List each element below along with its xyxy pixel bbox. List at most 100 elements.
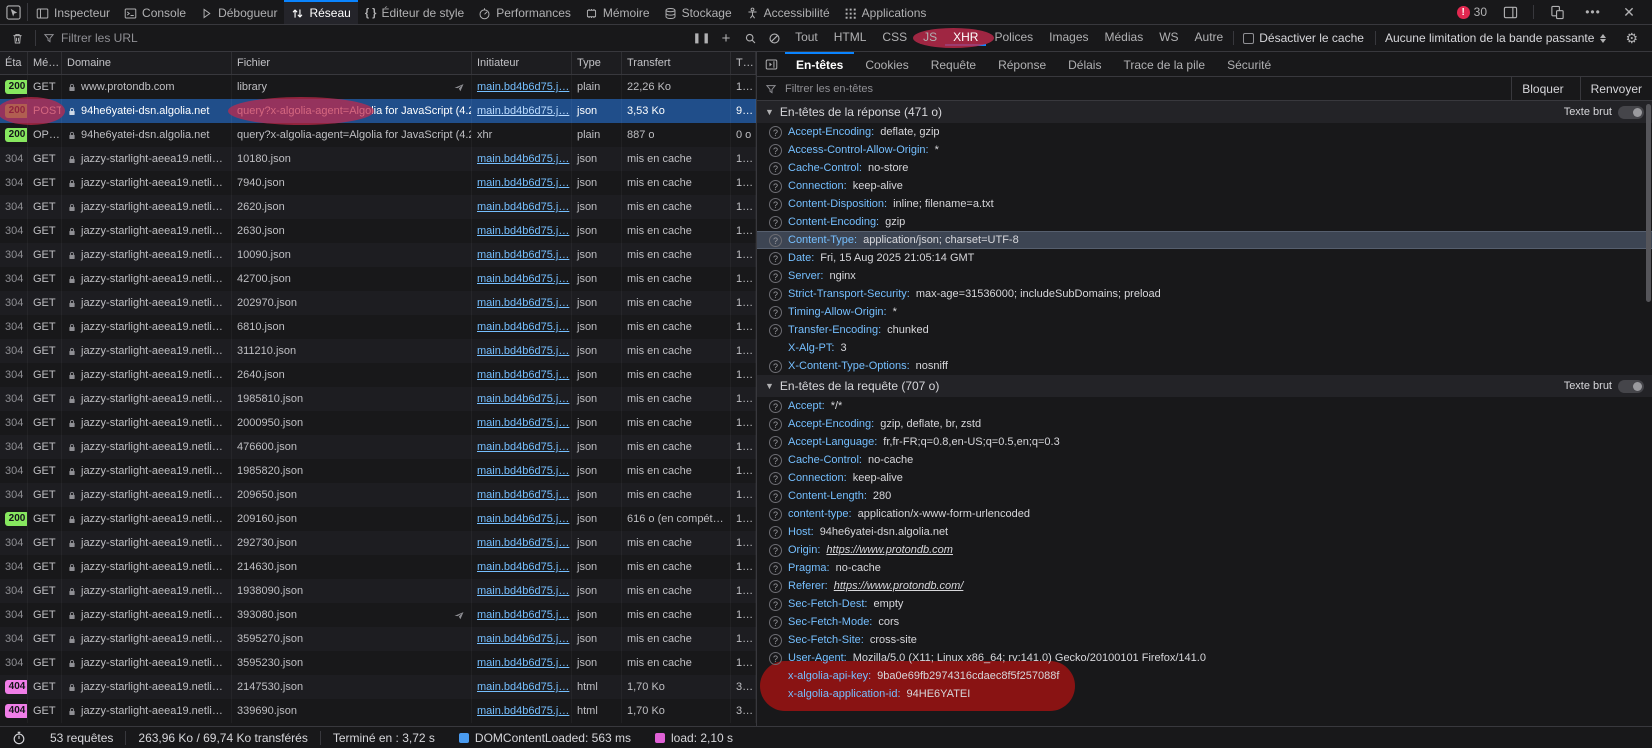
header-help-icon[interactable]: ? <box>769 162 782 175</box>
initiator-link[interactable]: main.bd4b6d75.j… <box>477 243 569 267</box>
header-help-icon[interactable]: ? <box>769 198 782 211</box>
header-row[interactable]: ?Transfer-Encoding:chunked <box>757 321 1652 339</box>
initiator-link[interactable]: main.bd4b6d75.j… <box>477 555 569 579</box>
header-row[interactable]: ?Content-Type:application/json; charset=… <box>757 231 1652 249</box>
header-row[interactable]: ?Accept:*/* <box>757 397 1652 415</box>
table-row[interactable]: 304GETjazzy-starlight-aeea19.netli…35952… <box>0 627 756 651</box>
details-tab-s-curit-[interactable]: Sécurité <box>1216 52 1282 76</box>
table-row[interactable]: 304GETjazzy-starlight-aeea19.netli…35952… <box>0 651 756 675</box>
new-request-button[interactable]: + <box>715 25 737 51</box>
initiator-link[interactable]: main.bd4b6d75.j… <box>477 387 569 411</box>
initiator-link[interactable]: main.bd4b6d75.j… <box>477 147 569 171</box>
filter-ws[interactable]: WS <box>1151 30 1186 46</box>
tool-tab-style-editor[interactable]: { }Éditeur de style <box>358 0 471 24</box>
block-request-button[interactable] <box>763 25 785 51</box>
initiator-link[interactable]: main.bd4b6d75.j… <box>477 339 569 363</box>
table-row[interactable]: 304GETjazzy-starlight-aeea19.netli…31121… <box>0 339 756 363</box>
initiator-link[interactable]: main.bd4b6d75.j… <box>477 219 569 243</box>
details-tab-cookies[interactable]: Cookies <box>854 52 919 76</box>
header-help-icon[interactable]: ? <box>769 634 782 647</box>
header-row[interactable]: ?X-Content-Type-Options:nosniff <box>757 357 1652 375</box>
tool-tab-accessibility[interactable]: Accessibilité <box>739 0 837 24</box>
dock-panel-button[interactable] <box>1497 5 1523 20</box>
header-row[interactable]: ?Timing-Allow-Origin:* <box>757 303 1652 321</box>
initiator-link[interactable]: main.bd4b6d75.j… <box>477 651 569 675</box>
url-filter-input[interactable] <box>59 30 685 46</box>
header-row[interactable]: ?Content-Encoding:gzip <box>757 213 1652 231</box>
details-tab-requ-te[interactable]: Requête <box>920 52 987 76</box>
header-help-icon[interactable]: ? <box>769 306 782 319</box>
disable-cache-checkbox[interactable] <box>1243 33 1254 44</box>
table-row[interactable]: 304GETjazzy-starlight-aeea19.netli…20965… <box>0 483 756 507</box>
disable-cache-control[interactable]: Désactiver le cache <box>1233 31 1373 45</box>
header-value-link[interactable]: https://www.protondb.com <box>826 544 953 556</box>
column-header-type[interactable]: Type <box>572 52 622 74</box>
initiator-link[interactable]: main.bd4b6d75.j… <box>477 603 569 627</box>
filter-xhr[interactable]: XHR <box>945 30 986 46</box>
filter-html[interactable]: HTML <box>826 30 875 46</box>
header-row[interactable]: ?Accept-Encoding:deflate, gzip <box>757 123 1652 141</box>
tool-tab-memory[interactable]: Mémoire <box>578 0 657 24</box>
filter-autre[interactable]: Autre <box>1187 30 1232 46</box>
header-help-icon[interactable]: ? <box>769 216 782 229</box>
block-url-button[interactable]: Bloquer <box>1511 77 1573 100</box>
initiator-link[interactable]: main.bd4b6d75.j… <box>477 291 569 315</box>
table-row[interactable]: 304GETjazzy-starlight-aeea19.netli…6810.… <box>0 315 756 339</box>
table-row[interactable]: 304GETjazzy-starlight-aeea19.netli…39308… <box>0 603 756 627</box>
table-row[interactable]: 304GETjazzy-starlight-aeea19.netli…20297… <box>0 291 756 315</box>
pause-traffic-button[interactable]: ❚❚ <box>691 25 713 51</box>
details-tab-en-t-tes[interactable]: En-têtes <box>785 52 854 76</box>
more-options-button[interactable]: ••• <box>1580 5 1606 19</box>
header-help-icon[interactable]: ? <box>769 252 782 265</box>
filter-tout[interactable]: Tout <box>787 30 826 46</box>
initiator-link[interactable]: main.bd4b6d75.j… <box>477 267 569 291</box>
filter-images[interactable]: Images <box>1041 30 1096 46</box>
raw-text-toggle[interactable] <box>1618 380 1644 393</box>
details-tab-trace-de-la-pile[interactable]: Trace de la pile <box>1112 52 1216 76</box>
header-row[interactable]: ?Access-Control-Allow-Origin:* <box>757 141 1652 159</box>
request-headers-section-header[interactable]: ▼ En-têtes de la requête (707 o) Texte b… <box>757 375 1652 397</box>
initiator-link[interactable]: main.bd4b6d75.j… <box>477 435 569 459</box>
header-row[interactable]: ?Content-Disposition:inline; filename=a.… <box>757 195 1652 213</box>
error-count-badge[interactable]: ! 30 <box>1457 5 1487 19</box>
header-row[interactable]: ?Accept-Language:fr,fr-FR;q=0.8,en-US;q=… <box>757 433 1652 451</box>
header-help-icon[interactable]: ? <box>769 454 782 467</box>
header-help-icon[interactable]: ? <box>769 418 782 431</box>
table-row[interactable]: 304GETjazzy-starlight-aeea19.netli…19858… <box>0 459 756 483</box>
table-row[interactable]: 304GETjazzy-starlight-aeea19.netli…7940.… <box>0 171 756 195</box>
header-row[interactable]: ?Cache-Control:no-cache <box>757 451 1652 469</box>
header-row[interactable]: ?Sec-Fetch-Mode:cors <box>757 613 1652 631</box>
throttling-select[interactable]: Aucune limitation de la bande passante <box>1375 31 1615 45</box>
header-help-icon[interactable]: ? <box>769 526 782 539</box>
initiator-link[interactable]: main.bd4b6d75.j… <box>477 315 569 339</box>
header-row[interactable]: ?Connection:keep-alive <box>757 177 1652 195</box>
column-header-transfert[interactable]: Transfert <box>622 52 731 74</box>
header-help-icon[interactable]: ? <box>769 144 782 157</box>
table-row[interactable]: 304GETjazzy-starlight-aeea19.netli…2640.… <box>0 363 756 387</box>
tool-tab-network[interactable]: Réseau <box>284 0 357 24</box>
table-row[interactable]: 200OP…94he6yatei-dsn.algolia.netquery?x-… <box>0 123 756 147</box>
initiator-link[interactable]: main.bd4b6d75.j… <box>477 579 569 603</box>
table-row[interactable]: 304GETjazzy-starlight-aeea19.netli…10090… <box>0 243 756 267</box>
header-row[interactable]: ?Pragma:no-cache <box>757 559 1652 577</box>
table-row[interactable]: 304GETjazzy-starlight-aeea19.netli…42700… <box>0 267 756 291</box>
table-row[interactable]: 200GETjazzy-starlight-aeea19.netli…20916… <box>0 507 756 531</box>
resend-request-button[interactable]: Renvoyer <box>1580 77 1652 100</box>
table-row[interactable]: 200POST94he6yatei-dsn.algolia.netquery?x… <box>0 99 756 123</box>
header-row[interactable]: ?User-Agent:Mozilla/5.0 (X11; Linux x86_… <box>757 649 1652 667</box>
response-headers-section-header[interactable]: ▼ En-têtes de la réponse (471 o) Texte b… <box>757 101 1652 123</box>
header-row[interactable]: ?Connection:keep-alive <box>757 469 1652 487</box>
initiator-link[interactable]: main.bd4b6d75.j… <box>477 483 569 507</box>
initiator-link[interactable]: main.bd4b6d75.j… <box>477 363 569 387</box>
header-help-icon[interactable]: ? <box>769 436 782 449</box>
table-row[interactable]: 304GETjazzy-starlight-aeea19.netli…21463… <box>0 555 756 579</box>
initiator-link[interactable]: main.bd4b6d75.j… <box>477 699 569 723</box>
initiator-link[interactable]: main.bd4b6d75.j… <box>477 411 569 435</box>
header-row[interactable]: ?Content-Length:280 <box>757 487 1652 505</box>
initiator-link[interactable]: main.bd4b6d75.j… <box>477 507 569 531</box>
header-row[interactable]: ?Referer:https://www.protondb.com/ <box>757 577 1652 595</box>
column-header-t[interactable]: T… <box>731 52 756 74</box>
header-help-icon[interactable]: ? <box>769 400 782 413</box>
details-tab-r-ponse[interactable]: Réponse <box>987 52 1057 76</box>
node-picker-button[interactable] <box>0 0 26 24</box>
